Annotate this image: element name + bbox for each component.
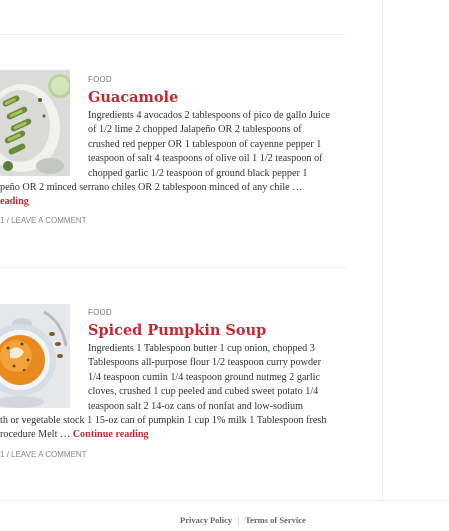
leave-comment-link[interactable]: LEAVE A COMMENT xyxy=(11,450,86,459)
excerpt-line: peño OR 2 minced serrano chiles OR 2 tab… xyxy=(0,182,303,194)
sidebar-divider xyxy=(382,0,383,500)
post-meta: 1 / LEAVE A COMMENT xyxy=(0,450,87,459)
post-category[interactable]: FOOD xyxy=(88,308,112,317)
excerpt-line: chopped garlic 1/2 teaspoon of ground bl… xyxy=(88,167,308,179)
post-excerpt: Ingredients 1 Tablespoon butter 1 cup on… xyxy=(0,342,348,443)
excerpt-line: 1/4 teaspoon cumin 1/4 teaspoon ground n… xyxy=(88,371,321,383)
excerpt-line: Tablespoons all-purpose flour 1/2 teaspo… xyxy=(88,357,321,369)
continue-reading-link[interactable]: eading xyxy=(0,196,29,207)
excerpt-line: th or vegetable stock 1 15-oz can of pum… xyxy=(0,415,327,427)
post-date-link[interactable]: 1 xyxy=(0,450,4,459)
excerpt-line: Ingredients 4 avocados 2 tablespoons of … xyxy=(88,110,330,121)
excerpt-line: cloves, crushed 1 cup peeled and cubed s… xyxy=(88,386,319,398)
excerpt-line: crushed red pepper OR 1 tablespoon of ca… xyxy=(88,138,322,150)
post-date-link[interactable]: 1 xyxy=(0,216,4,225)
terms-of-service-link[interactable]: Terms of Service xyxy=(245,515,306,525)
post-title[interactable]: Guacamole xyxy=(88,89,178,106)
excerpt-line: teaspoon of salt 4 teaspoons of olive oi… xyxy=(88,153,323,165)
site-footer: Privacy Policy Terms of Service xyxy=(0,500,449,531)
excerpt-line: teaspoon salt 2 14-oz cans of nonfat and… xyxy=(88,400,304,412)
post-title[interactable]: Spiced Pumpkin Soup xyxy=(88,322,266,339)
excerpt-line: of 1/2 lime 2 chopped Jalapeño OR 2 tabl… xyxy=(88,124,302,136)
excerpt-line: Ingredients 1 Tablespoon butter 1 cup on… xyxy=(88,343,315,354)
post-category[interactable]: FOOD xyxy=(88,75,112,84)
post-divider xyxy=(0,34,345,35)
post-excerpt: Ingredients 4 avocados 2 tablespoons of … xyxy=(0,109,348,210)
post-divider xyxy=(0,267,346,268)
excerpt-line: rocedure Melt … xyxy=(0,429,71,441)
continue-reading-link[interactable]: Continue reading xyxy=(73,429,149,440)
leave-comment-link[interactable]: LEAVE A COMMENT xyxy=(11,216,86,225)
post-meta: 1 / LEAVE A COMMENT xyxy=(0,216,87,225)
footer-links: Privacy Policy Terms of Service xyxy=(180,515,306,527)
privacy-policy-link[interactable]: Privacy Policy xyxy=(180,515,232,525)
footer-separator xyxy=(238,516,240,527)
